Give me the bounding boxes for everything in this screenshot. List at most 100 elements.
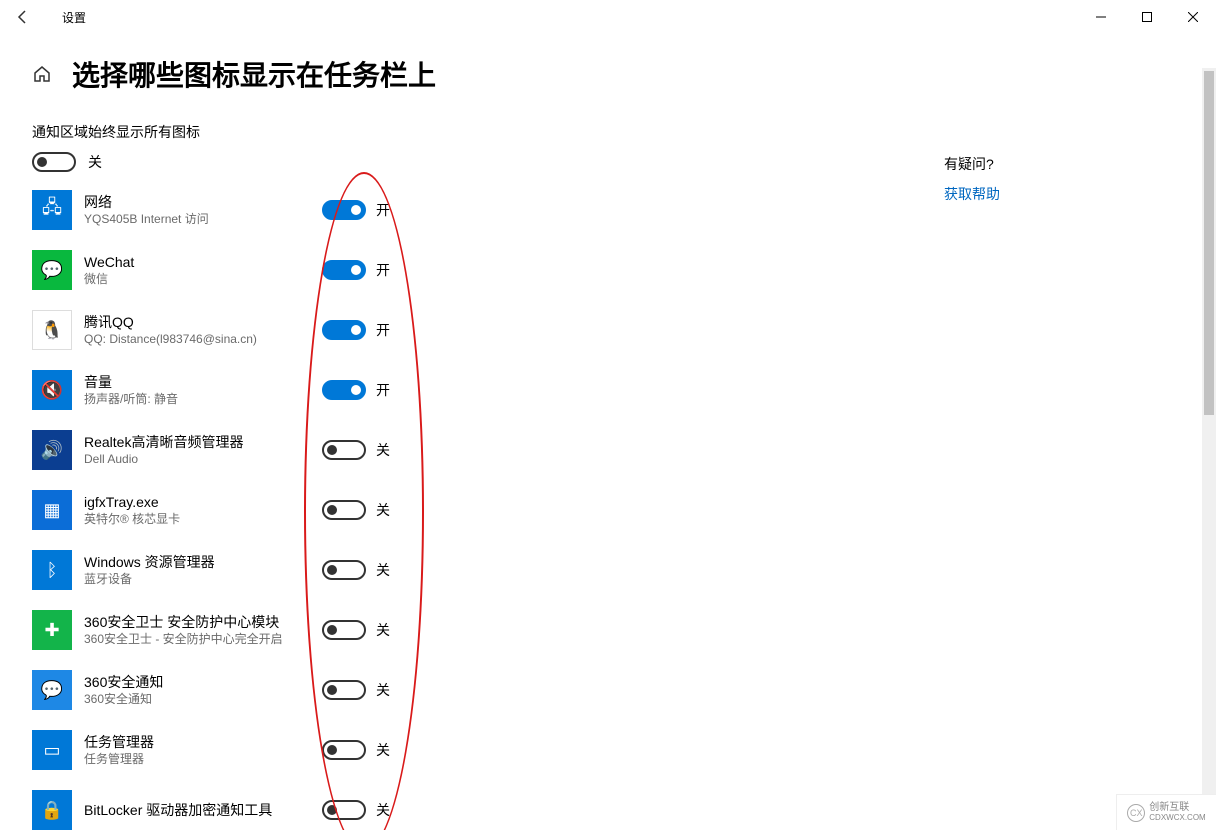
toggle-cell: 开 [322,380,390,400]
toggle-cell: 关 [322,500,390,520]
back-button[interactable] [0,0,46,34]
360-guard-icon: ✚ [32,610,72,650]
app-subtitle: 任务管理器 [84,751,322,767]
qq-icon: 🐧 [32,310,72,350]
bluetooth-icon: ᛒ [32,550,72,590]
app-toggle[interactable] [322,620,366,640]
app-text: Realtek高清晰音频管理器Dell Audio [84,433,322,467]
questions-label: 有疑问? [944,154,1000,174]
app-toggle[interactable] [322,560,366,580]
app-row: ✚ 360安全卫士 安全防护中心模块360安全卫士 - 安全防护中心完全开启 关 [32,610,1184,650]
toggle-cell: 关 [322,680,390,700]
master-toggle[interactable] [32,152,76,172]
toggle-state-label: 关 [376,560,390,580]
app-row: 🔇 音量扬声器/听筒: 静音 开 [32,370,1184,410]
realtek-icon: 🔊 [32,430,72,470]
close-button[interactable] [1170,0,1216,34]
app-subtitle: 蓝牙设备 [84,571,322,587]
scrollbar-track[interactable] [1202,68,1216,830]
app-subtitle: Dell Audio [84,451,322,467]
app-title: 音量 [84,373,322,391]
watermark-url: CDXWCX.COM [1149,813,1205,823]
volume-icon: 🔇 [32,370,72,410]
app-title: Windows 资源管理器 [84,553,322,571]
app-title: igfxTray.exe [84,493,322,511]
app-text: Windows 资源管理器蓝牙设备 [84,553,322,587]
app-text: 网络YQS405B Internet 访问 [84,193,322,227]
get-help-link[interactable]: 获取帮助 [944,184,1000,204]
toggle-state-label: 关 [376,620,390,640]
app-toggle[interactable] [322,440,366,460]
toggle-state-label: 关 [376,740,390,760]
toggle-cell: 开 [322,320,390,340]
page-title: 选择哪些图标显示在任务栏上 [72,54,436,94]
app-text: WeChat微信 [84,253,322,287]
app-row: 🖧 网络YQS405B Internet 访问 开 [32,190,1184,230]
app-row: 🔒 BitLocker 驱动器加密通知工具 关 [32,790,1184,830]
app-toggle[interactable] [322,200,366,220]
main-content: 选择哪些图标显示在任务栏上 通知区域始终显示所有图标 关 🖧 网络YQS405B … [0,34,1216,830]
help-sidebar: 有疑问? 获取帮助 [944,154,1000,204]
app-text: BitLocker 驱动器加密通知工具 [84,801,322,819]
app-toggle[interactable] [322,680,366,700]
app-title: BitLocker 驱动器加密通知工具 [84,801,322,819]
titlebar: 设置 [0,0,1216,34]
app-text: 音量扬声器/听筒: 静音 [84,373,322,407]
minimize-button[interactable] [1078,0,1124,34]
app-row: ▭ 任务管理器任务管理器 关 [32,730,1184,770]
app-title: 网络 [84,193,322,211]
network-icon: 🖧 [32,190,72,230]
app-row: 🐧 腾讯QQQQ: Distance(l983746@sina.cn)开 [32,310,1184,350]
watermark: CX 创新互联 CDXWCX.COM [1116,794,1216,830]
app-subtitle: 360安全通知 [84,691,322,707]
toggle-cell: 开 [322,200,390,220]
toggle-cell: 关 [322,560,390,580]
watermark-brand: 创新互联 [1149,803,1205,813]
app-toggle[interactable] [322,800,366,820]
toggle-cell: 关 [322,620,390,640]
app-title: Realtek高清晰音频管理器 [84,433,322,451]
app-text: 任务管理器任务管理器 [84,733,322,767]
app-row: ▦ igfxTray.exe英特尔® 核芯显卡 关 [32,490,1184,530]
app-subtitle: 英特尔® 核芯显卡 [84,511,322,527]
home-button[interactable] [32,64,52,84]
app-list: 🖧网络YQS405B Internet 访问开💬WeChat微信开🐧腾讯QQQQ… [32,190,1184,830]
app-toggle[interactable] [322,260,366,280]
watermark-logo-icon: CX [1127,804,1145,822]
app-toggle[interactable] [322,320,366,340]
toggle-cell: 关 [322,440,390,460]
toggle-state-label: 关 [376,800,390,820]
section-subheading: 通知区域始终显示所有图标 [32,122,1184,142]
scrollbar-thumb[interactable] [1204,71,1214,415]
app-subtitle: QQ: Distance(l983746@sina.cn) [84,331,322,347]
master-toggle-label: 关 [88,152,102,172]
app-title: 360安全卫士 安全防护中心模块 [84,613,322,631]
bitlocker-icon: 🔒 [32,790,72,830]
toggle-cell: 关 [322,800,390,820]
app-title: 腾讯QQ [84,313,322,331]
wechat-icon: 💬 [32,250,72,290]
app-text: igfxTray.exe英特尔® 核芯显卡 [84,493,322,527]
app-title: WeChat [84,253,322,271]
app-text: 360安全卫士 安全防护中心模块360安全卫士 - 安全防护中心完全开启 [84,613,322,647]
app-row: 💬 WeChat微信 开 [32,250,1184,290]
toggle-state-label: 关 [376,680,390,700]
toggle-state-label: 开 [376,200,390,220]
app-toggle[interactable] [322,380,366,400]
toggle-state-label: 关 [376,440,390,460]
toggle-state-label: 开 [376,380,390,400]
360-notify-icon: 💬 [32,670,72,710]
app-row: ᛒ Windows 资源管理器蓝牙设备 关 [32,550,1184,590]
app-title: 任务管理器 [84,733,322,751]
window-controls [1078,0,1216,34]
toggle-cell: 关 [322,740,390,760]
toggle-state-label: 开 [376,260,390,280]
maximize-button[interactable] [1124,0,1170,34]
app-toggle[interactable] [322,500,366,520]
taskmgr-icon: ▭ [32,730,72,770]
toggle-state-label: 关 [376,500,390,520]
app-toggle[interactable] [322,740,366,760]
intel-icon: ▦ [32,490,72,530]
app-subtitle: YQS405B Internet 访问 [84,211,322,227]
app-title: 360安全通知 [84,673,322,691]
